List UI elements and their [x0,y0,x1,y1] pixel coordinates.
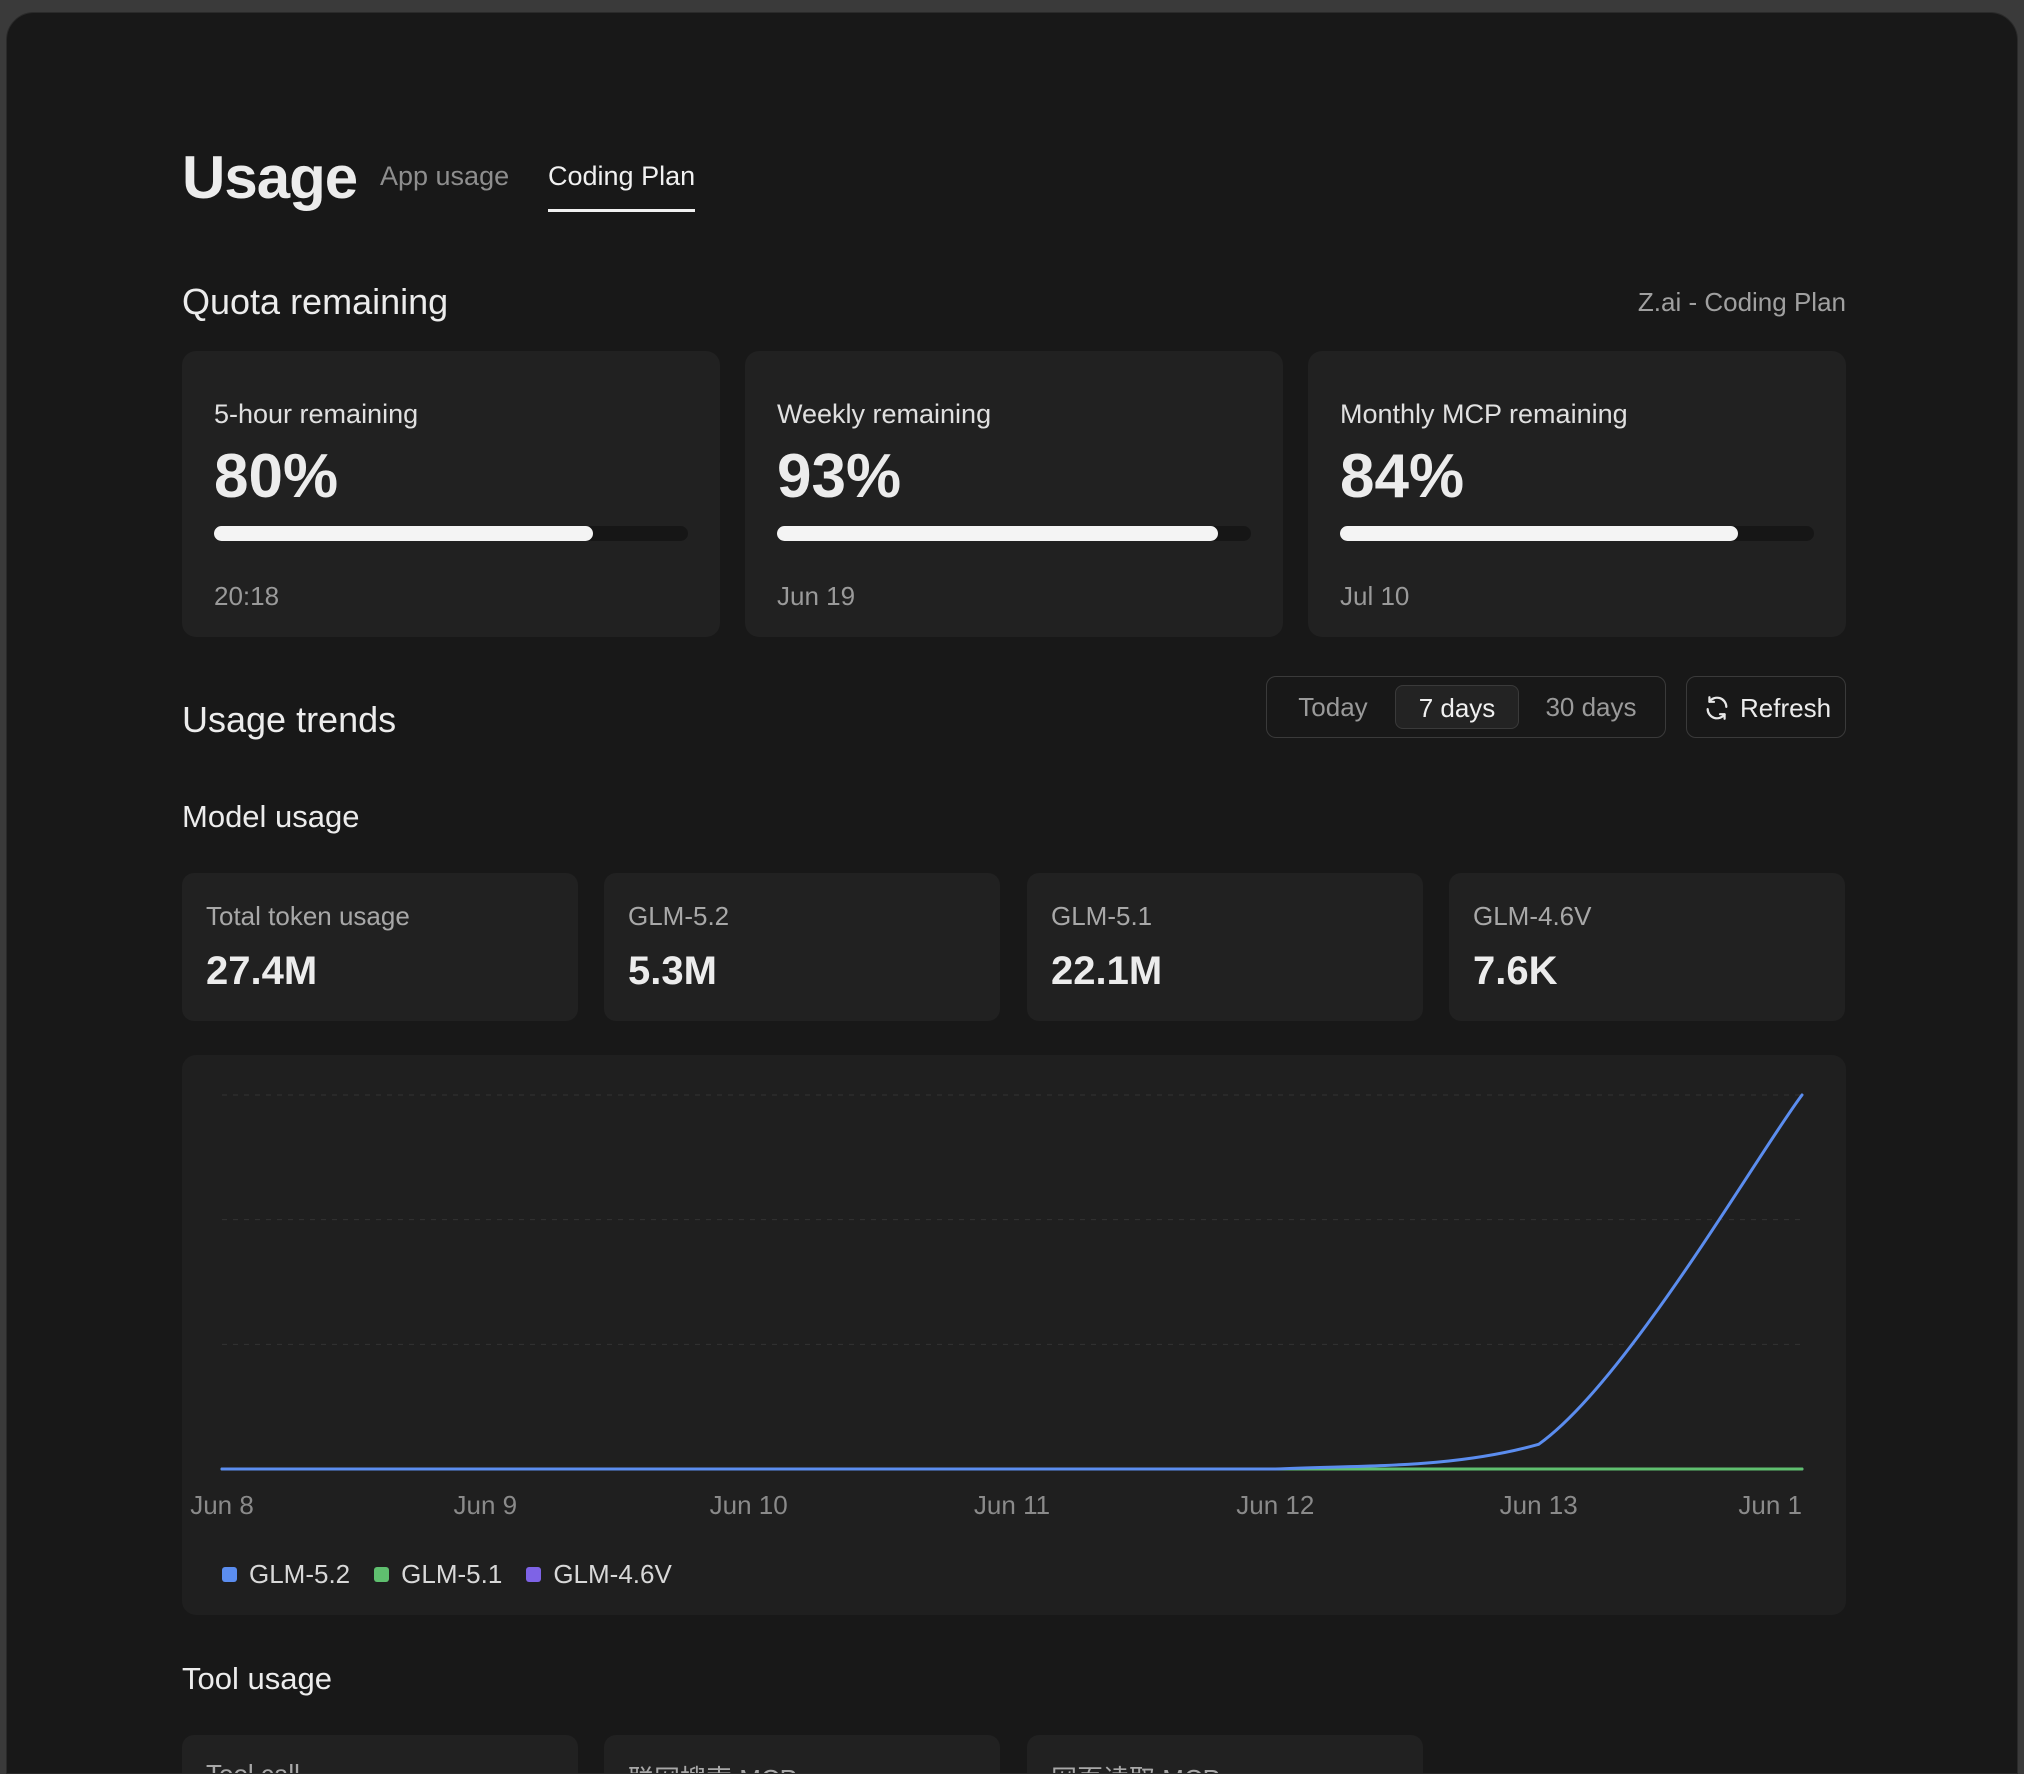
legend-item-glm-4-6v[interactable]: GLM-4.6V [526,1559,672,1590]
model-label: GLM-5.1 [1051,901,1153,931]
model-card-glm-4-6v: GLM-4.6V 7.6K [1449,873,1845,1021]
quota-progress-fill [214,526,594,541]
quota-reset-date: Jul 10 [1340,581,1410,611]
tab-label: App usage [380,161,510,191]
legend-item-glm-5-2[interactable]: GLM-5.2 [222,1559,350,1590]
legend-label: GLM-5.1 [401,1558,503,1589]
model-usage-title: Model usage [182,799,360,834]
tool-card: 联网搜索 MCP [604,1735,1000,1773]
quota-progress-fill [777,526,1218,541]
refresh-icon [1706,696,1728,720]
quota-value: 80% [214,442,339,511]
quota-value: 84% [1340,442,1465,511]
usage-chart: Jun 8 Jun 9 Jun 10 Jun 11 Jun 12 Jun 13 Jun 1 … [182,1055,1846,1615]
model-value: 22.1M [1051,949,1163,993]
app-window: Usage App usage Coding Plan Quota remain… [6,12,2018,1774]
quota-label: Monthly MCP remaining [1340,399,1628,429]
legend-label: GLM-4.6V [553,1558,672,1589]
model-label: Total token usage [206,901,410,931]
refresh-label: Refresh [1740,693,1832,723]
tool-label: 网页读取 MCP [1051,1759,1220,1773]
tool-card: 网页读取 MCP [1027,1735,1423,1773]
model-value: 7.6K [1473,949,1558,993]
x-tick-label: Jun 8 [190,1490,254,1520]
active-tab-indicator [548,209,696,212]
quota-progress-fill [1340,526,1739,541]
time-range-selector: Today 7 days 30 days [1266,676,1666,738]
x-tick-label: Jun 12 [1236,1490,1314,1520]
x-tick-label: Jun 1 [1738,1490,1802,1520]
quota-progress-bar [214,526,688,541]
tab-coding-plan[interactable]: Coding Plan [548,161,696,212]
legend-swatch [526,1566,542,1582]
quota-label: 5-hour remaining [214,399,419,429]
model-value: 27.4M [206,949,318,993]
quota-card-monthly-mcp: Monthly MCP remaining 84% Jul 10 [1308,351,1846,637]
model-card-glm-5-1: GLM-5.1 22.1M [1027,873,1423,1021]
legend-label: GLM-5.2 [249,1558,351,1589]
usage-line-chart: Jun 8 Jun 9 Jun 10 Jun 11 Jun 12 Jun 13 Jun 1 [190,1093,1804,1520]
x-tick-label: Jun 11 [974,1490,1050,1520]
legend-item-glm-5-1[interactable]: GLM-5.1 [374,1559,502,1590]
quota-value: 93% [777,442,902,511]
tool-label: 联网搜索 MCP [628,1759,797,1773]
x-tick-label: Jun 9 [454,1490,518,1520]
trends-section-title: Usage trends [182,699,397,740]
quota-progress-bar [777,526,1251,541]
refresh-button[interactable]: Refresh [1686,676,1846,738]
tab-label: Coding Plan [548,161,696,191]
quota-card-weekly: Weekly remaining 93% Jun 19 [745,351,1283,637]
series-line-glm-5-2 [220,1093,1804,1471]
page-header: Usage App usage Coding Plan [182,133,1846,223]
legend-swatch [374,1566,390,1582]
model-card-total: Total token usage 27.4M [182,873,578,1021]
range-option-today[interactable]: Today [1283,685,1383,729]
tool-usage-title: Tool usage [182,1661,332,1696]
tab-app-usage[interactable]: App usage [380,161,509,192]
x-tick-label: Jun 13 [1500,1490,1578,1520]
quota-section-title: Quota remaining [182,281,449,322]
range-option-30-days[interactable]: 30 days [1529,685,1653,729]
quota-progress-bar [1340,526,1814,541]
model-label: GLM-5.2 [628,901,730,931]
tool-card: Tool call [182,1735,578,1774]
quota-reset-time: 20:18 [214,581,280,611]
model-value: 5.3M [628,949,717,993]
quota-label: Weekly remaining [777,399,992,429]
page-title: Usage [182,144,358,211]
quota-card-5-hour: 5-hour remaining 80% 20:18 [182,351,720,637]
x-tick-label: Jun 10 [710,1490,788,1520]
legend-swatch [222,1566,237,1582]
plan-label: Z.ai - Coding Plan [1637,287,1846,317]
model-card-glm-5-2: GLM-5.2 5.3M [604,873,1000,1021]
range-option-7-days[interactable]: 7 days [1395,685,1519,729]
tool-label: Tool call [206,1759,300,1774]
chart-legend: GLM-5.2 GLM-5.1 GLM-4.6V [222,1557,696,1591]
model-label: GLM-4.6V [1473,901,1592,931]
quota-reset-date: Jun 19 [777,581,856,611]
